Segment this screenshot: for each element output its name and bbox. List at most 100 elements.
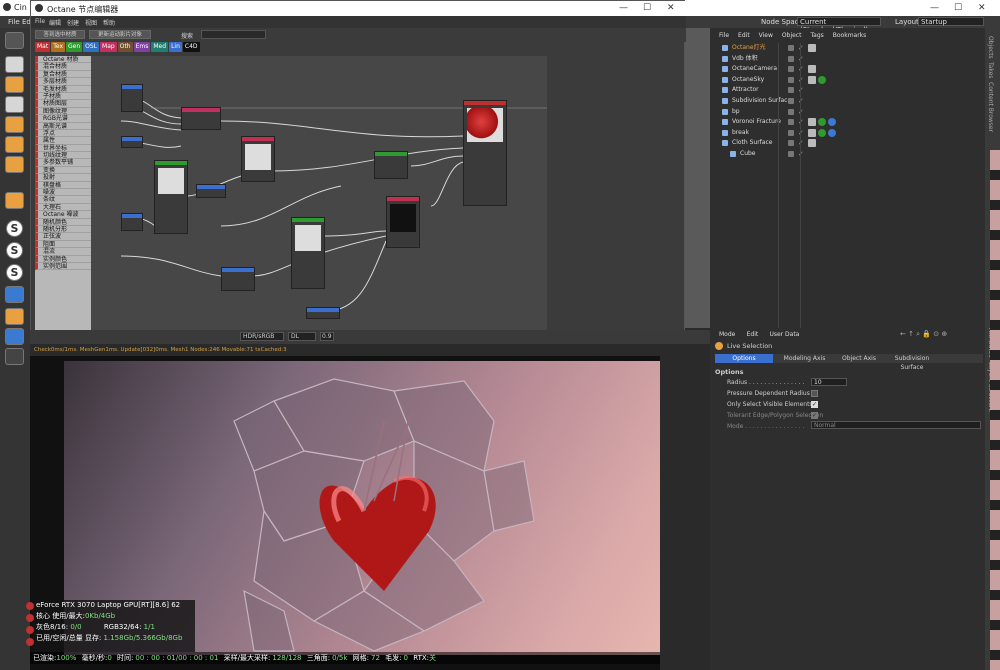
node-float[interactable] [374,151,408,179]
visibility-toggle-icon[interactable] [788,45,794,51]
object-menu-edit[interactable]: Edit [738,32,750,39]
material-tag-icon[interactable] [808,128,816,137]
workplane-icon[interactable] [5,286,24,303]
node-list-item[interactable]: Octane 噪波 [35,211,91,219]
object-row[interactable]: Vdb 体积✓ [712,54,982,65]
axis-tool-icon[interactable] [5,192,24,209]
node-black-texture[interactable] [386,196,420,248]
visibility-toggle-icon[interactable] [788,108,794,115]
object-row[interactable]: Octane灯光✓ [712,43,982,54]
polygons-tool-icon[interactable] [5,156,24,173]
node-tab-c4d[interactable]: C4D [182,42,200,52]
node-list-item[interactable]: 随机颜色 [35,218,91,226]
object-name[interactable]: Vdb 体积 [732,54,758,64]
search-input[interactable] [201,30,266,39]
node-menu-view[interactable]: 视图 [85,18,97,27]
material-tag-icon[interactable] [818,128,826,137]
material-tag-icon[interactable] [828,118,836,127]
side-tab-content-browser[interactable]: Content Browser [987,82,994,132]
node-transform[interactable] [221,267,255,291]
node-list-item[interactable]: 实例范围 [35,262,91,271]
kernel-dropdown[interactable]: DL [288,332,316,341]
node-projection[interactable] [306,307,340,319]
object-row[interactable]: break✓ [712,128,982,139]
object-row[interactable]: Voronoi Fracture✓ [712,117,982,128]
tab-options[interactable]: Options [715,354,773,363]
minimize-icon[interactable]: — [930,3,939,13]
object-name[interactable]: Cube [740,149,756,159]
node-menu-edit[interactable]: 编辑 [49,18,61,27]
node-list-item[interactable]: 属性 [35,137,91,145]
tab-modeling-axis[interactable]: Modeling Axis [777,354,832,363]
visible-elements-checkbox[interactable]: ✓ [811,401,818,408]
object-menu-object[interactable]: Object [782,32,802,39]
node-list-item[interactable]: 正弦波 [35,233,91,241]
object-row[interactable]: Subdivision Surface✓ [712,96,982,107]
model-tool-icon[interactable] [5,76,24,93]
node-list-item[interactable]: 世界坐标 [35,144,91,153]
points-tool-icon[interactable] [5,116,24,133]
node-tab-tex[interactable]: Tex [51,42,66,52]
node-tab-gen[interactable]: Gen [66,42,83,52]
node-menu-create[interactable]: 创建 [67,18,79,27]
node-space-dropdown[interactable]: Current (Standard/Physical) [797,17,881,34]
snap-icon[interactable]: S [6,220,23,237]
material-tag-icon[interactable] [818,118,826,127]
tolerant-selection-checkbox[interactable]: ✓ [811,412,818,419]
node-tab-lin[interactable]: Lin [169,42,182,52]
visibility-toggle-icon[interactable] [788,140,794,147]
node-noise-texture[interactable] [291,217,325,289]
object-name[interactable]: Octane灯光 [732,43,766,53]
color-space-dropdown[interactable]: HDR/sRGB [240,332,284,341]
node-tab-mat[interactable]: Mat [35,42,51,52]
material-tag-icon[interactable] [808,118,816,127]
node-list-item[interactable]: 材质图层 [35,100,91,108]
node-texture-1[interactable] [241,136,275,182]
material-tag-icon[interactable] [808,75,816,84]
object-row[interactable]: Cube✓ [712,149,982,160]
object-menu-view[interactable]: View [759,32,773,39]
gamma-input[interactable]: 0.9 [320,332,334,341]
node-d[interactable] [121,213,143,231]
object-row[interactable]: Attractor✓ [712,85,982,96]
lock-icon[interactable] [5,308,24,325]
visibility-toggle-icon[interactable] [788,87,794,94]
pressure-radius-checkbox[interactable] [811,390,818,397]
material-tag-icon[interactable] [828,128,836,137]
side-tab-takes[interactable]: Takes [987,62,994,78]
node-tab-map[interactable]: Map [100,42,117,52]
nav-arrows-icon[interactable]: ← ↑ ⌕ 🔒 ⊙ ⊕ [900,330,947,339]
node-list-item[interactable]: 投射 [35,174,91,182]
object-row[interactable]: bp✓ [712,107,982,118]
node-close-icon[interactable]: ✕ [667,3,675,13]
node-list-item[interactable]: 混合材质 [35,63,91,71]
material-tag-icon[interactable] [808,44,816,52]
node-list-item[interactable]: 棋盘格 [35,181,91,190]
attr-menu-mode[interactable]: Mode [719,331,735,338]
node-list-item[interactable]: 条纹 [35,196,91,204]
node-minimize-icon[interactable]: — [619,3,628,13]
close-icon[interactable]: ✕ [978,3,986,13]
object-menu-bookmarks[interactable]: Bookmarks [833,32,867,39]
visibility-toggle-icon[interactable] [788,98,794,104]
visibility-toggle-icon[interactable] [788,76,794,83]
object-row[interactable]: OctaneSky✓ [712,75,982,86]
grid-icon[interactable] [5,328,24,345]
maximize-icon[interactable]: ☐ [954,3,962,13]
attr-menu-userdata[interactable]: User Data [769,331,799,338]
node-tab-oth[interactable]: Oth [117,42,133,52]
node-graph-canvas[interactable] [91,56,547,334]
node-maximize-icon[interactable]: ☐ [643,3,651,13]
object-menu-file[interactable]: File [719,32,729,39]
texture-tool-icon[interactable] [5,96,24,113]
node-list-item[interactable]: 混流 [35,248,91,256]
object-name[interactable]: Voronoi Fracture [732,117,781,127]
snap3-icon[interactable]: S [6,264,23,281]
menu-file[interactable]: File [8,18,20,26]
attr-menu-edit[interactable]: Edit [747,331,759,338]
visibility-toggle-icon[interactable] [788,151,794,157]
tab-subdivision-surface[interactable]: Subdivision Surface [883,354,941,372]
tab-object-axis[interactable]: Object Axis [837,354,881,363]
go-to-selected-material-button[interactable]: 答到选中材质 [35,30,85,39]
node-b[interactable] [121,136,143,148]
